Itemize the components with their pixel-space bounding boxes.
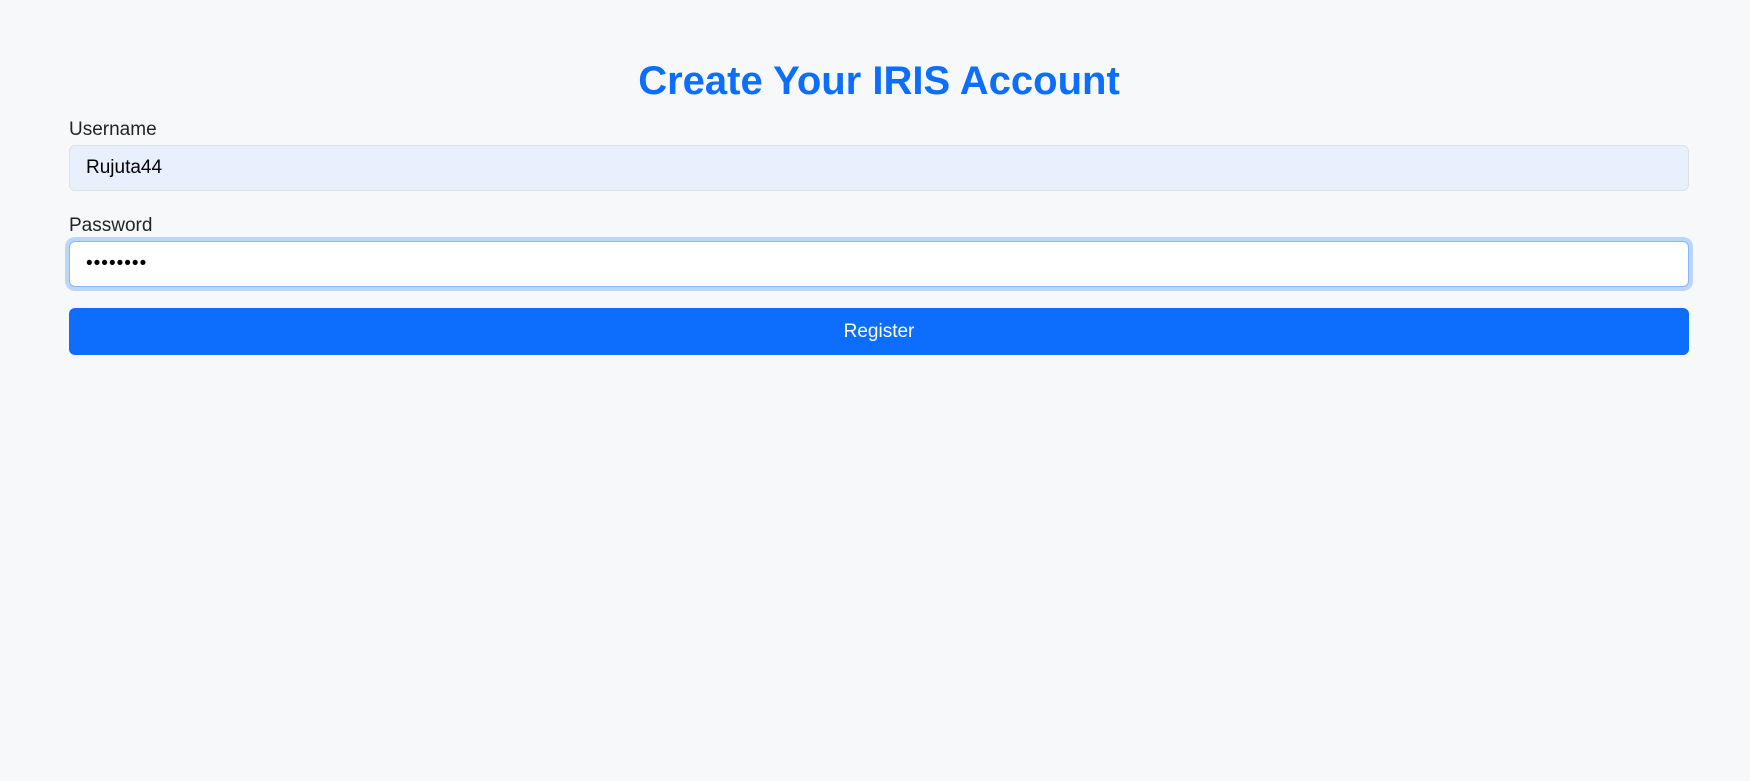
page-title: Create Your IRIS Account — [638, 59, 1120, 103]
username-label: Username — [69, 119, 157, 140]
username-input[interactable] — [69, 145, 1689, 191]
registration-form: Username Password Register — [69, 118, 1689, 355]
registration-page: Create Your IRIS Account Username Passwo… — [0, 0, 1750, 781]
register-button[interactable]: Register — [69, 308, 1689, 355]
password-input[interactable] — [69, 241, 1689, 287]
username-group: Username — [69, 118, 1689, 191]
password-label: Password — [69, 215, 153, 236]
password-group: Password — [69, 214, 1689, 287]
